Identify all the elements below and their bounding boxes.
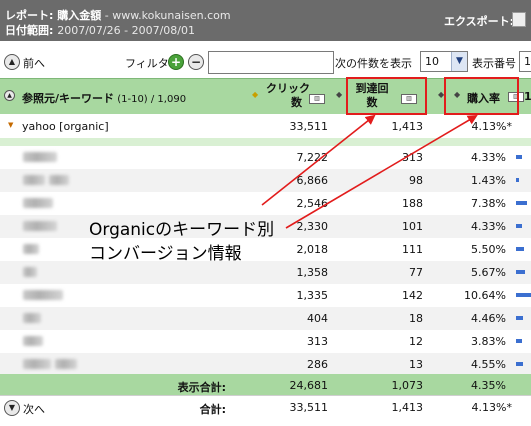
arrow-to-purchase-rate xyxy=(285,114,478,229)
annotation-line-2: コンバージョン情報 xyxy=(89,244,242,264)
annotation-text: Organicのキーワード別 コンバージョン情報 xyxy=(89,218,274,266)
annotation-line-1: Organicのキーワード別 xyxy=(89,220,275,240)
arrow-to-arrivals xyxy=(261,114,376,206)
annotation-arrows xyxy=(261,114,478,229)
